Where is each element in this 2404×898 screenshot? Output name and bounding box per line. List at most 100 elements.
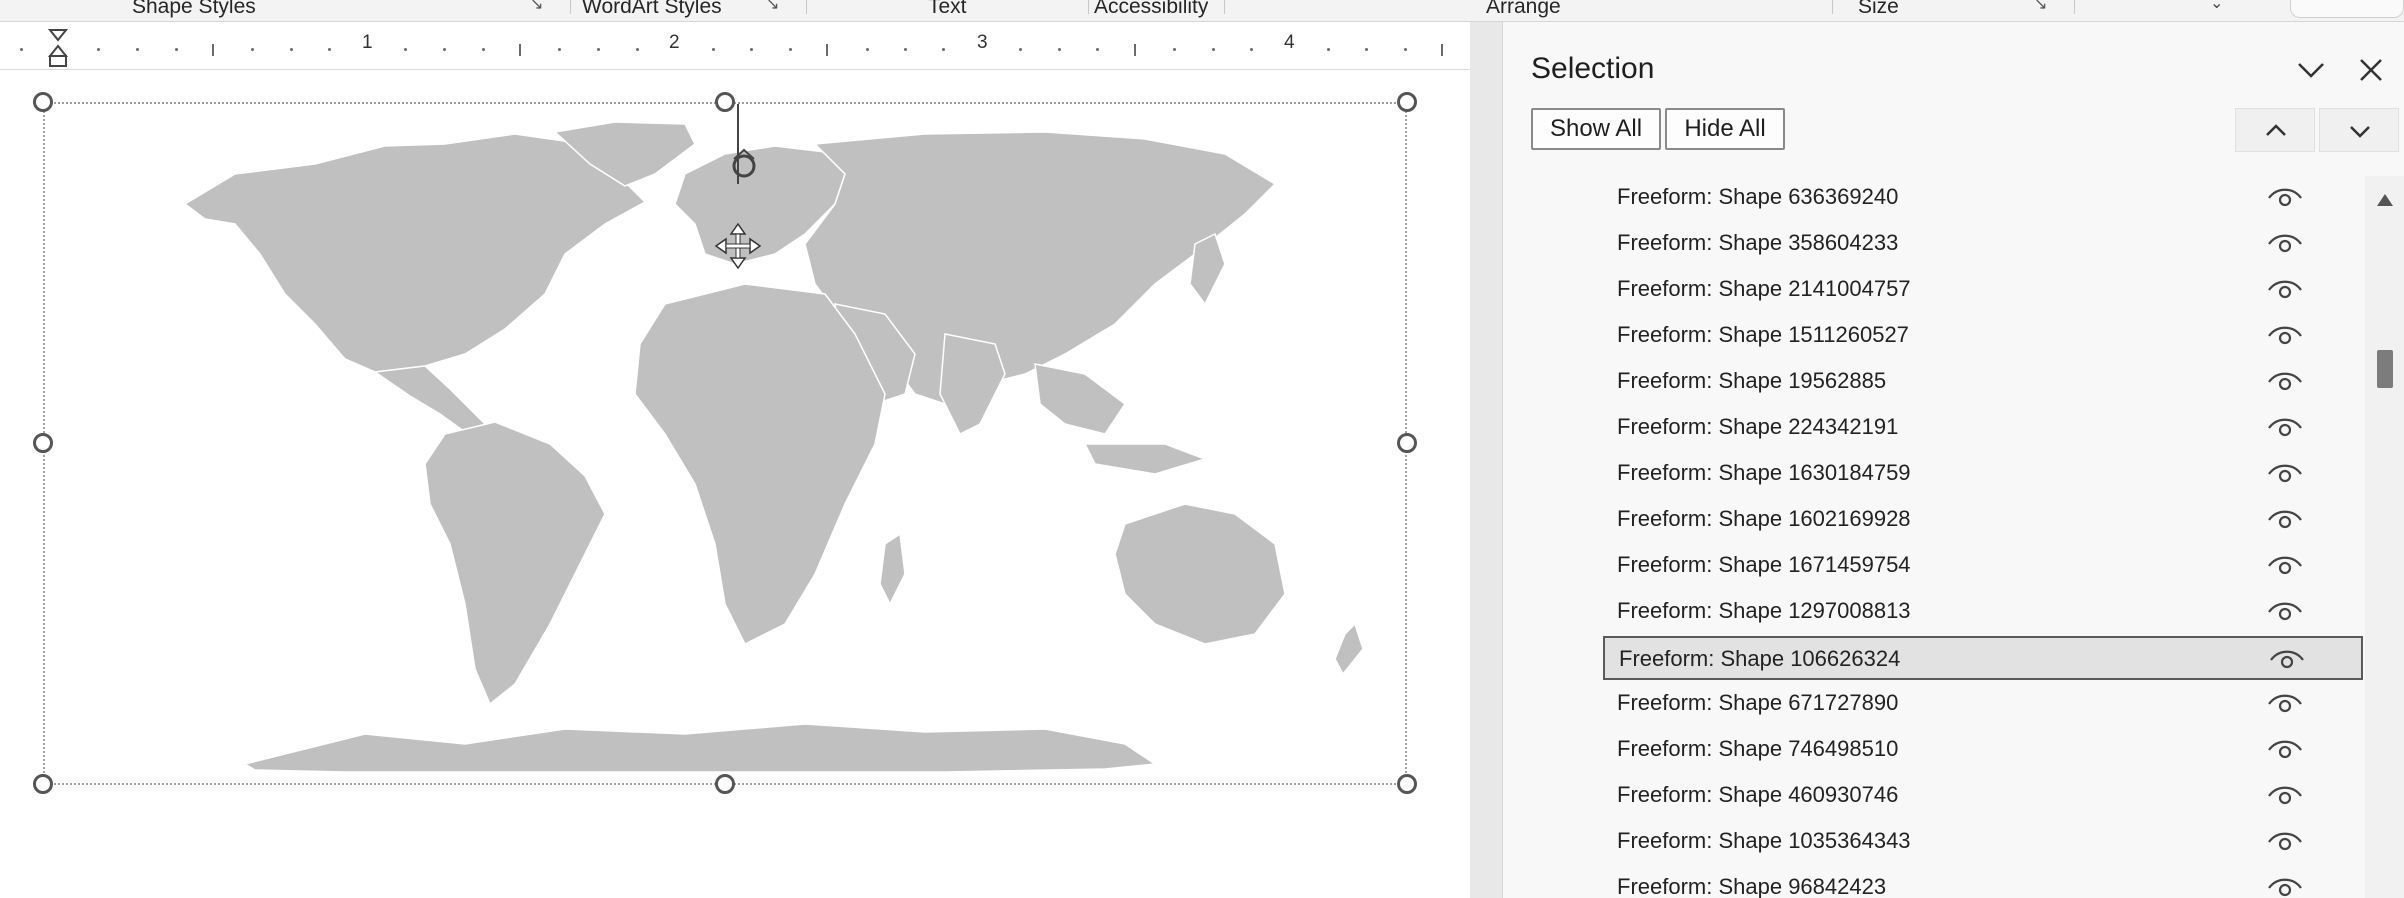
- list-item[interactable]: Freeform: Shape 2141004757: [1603, 268, 2363, 312]
- eye-icon[interactable]: [2267, 598, 2303, 626]
- scroll-up-arrow-icon[interactable]: [2375, 190, 2395, 210]
- list-item[interactable]: Freeform: Shape 1602169928: [1603, 498, 2363, 542]
- eye-icon[interactable]: [2267, 552, 2303, 580]
- shape-styles-launcher-icon[interactable]: ↘: [530, 0, 548, 14]
- list-item-label: Freeform: Shape 1671459754: [1617, 552, 1911, 577]
- eye-icon[interactable]: [2267, 460, 2303, 488]
- selection-list[interactable]: Freeform: Shape 636369240 Freeform: Shap…: [1503, 176, 2363, 898]
- list-item[interactable]: Freeform: Shape 636369240: [1603, 176, 2363, 220]
- eye-icon[interactable]: [2269, 646, 2305, 674]
- resize-handle-bottom-left[interactable]: [33, 774, 53, 794]
- list-item[interactable]: Freeform: Shape 358604233: [1603, 222, 2363, 266]
- list-item[interactable]: Freeform: Shape 1671459754: [1603, 544, 2363, 588]
- list-item-selected[interactable]: Freeform: Shape 106626324: [1603, 636, 2363, 680]
- eye-icon[interactable]: [2267, 690, 2303, 718]
- wordart-styles-launcher-icon[interactable]: ↘: [766, 0, 784, 14]
- ruler-dot: [1096, 48, 1099, 51]
- resize-handle-left[interactable]: [33, 433, 53, 453]
- ribbon-group-wordart-styles: WordArt Styles: [582, 0, 722, 18]
- eye-icon[interactable]: [2267, 736, 2303, 764]
- ruler-tick: [212, 44, 214, 56]
- ribbon-group-accessibility: Accessibility: [1094, 0, 1209, 18]
- bring-forward-button[interactable]: [2235, 108, 2315, 152]
- list-item-label: Freeform: Shape 1630184759: [1617, 460, 1911, 485]
- resize-handle-top-left[interactable]: [33, 92, 53, 112]
- list-item-label: Freeform: Shape 358604233: [1617, 230, 1899, 255]
- ruler-dot: [789, 48, 792, 51]
- ribbon-separator: [570, 0, 571, 14]
- ruler-dot: [136, 48, 139, 51]
- list-item-label: Freeform: Shape 19562885: [1617, 368, 1887, 393]
- ruler-dot: [1404, 48, 1407, 51]
- list-item-label: Freeform: Shape 460930746: [1617, 782, 1899, 807]
- eye-icon[interactable]: [2267, 276, 2303, 304]
- list-item[interactable]: Freeform: Shape 224342191: [1603, 406, 2363, 450]
- resize-handle-bottom[interactable]: [715, 774, 735, 794]
- hide-all-button[interactable]: Hide All: [1665, 108, 1785, 150]
- ruler-dot: [750, 48, 753, 51]
- selection-pane: Selection Show All Hide All Freeform: Sh…: [1502, 22, 2404, 898]
- eye-icon[interactable]: [2267, 414, 2303, 442]
- chevron-down-icon[interactable]: ⌄: [2210, 0, 2230, 14]
- list-item[interactable]: Freeform: Shape 1511260527: [1603, 314, 2363, 358]
- scrollbar-thumb[interactable]: [2377, 350, 2393, 388]
- pane-title: Selection: [1531, 52, 1655, 85]
- list-item-label: Freeform: Shape 106626324: [1619, 646, 1901, 671]
- eye-icon[interactable]: [2267, 506, 2303, 534]
- eye-icon[interactable]: [2267, 322, 2303, 350]
- list-item-label: Freeform: Shape 1035364343: [1617, 828, 1911, 853]
- list-item-label: Freeform: Shape 2141004757: [1617, 276, 1911, 301]
- horizontal-ruler[interactable]: 1 2 3 4: [0, 22, 1470, 70]
- size-launcher-icon[interactable]: ↘: [2034, 0, 2052, 14]
- ruler-dot: [1058, 48, 1061, 51]
- ruler-dot: [1365, 48, 1368, 51]
- chevron-down-icon[interactable]: [2293, 52, 2329, 88]
- ribbon-separator: [1224, 0, 1225, 14]
- resize-handle-top-right[interactable]: [1397, 92, 1417, 112]
- list-item-label: Freeform: Shape 1602169928: [1617, 506, 1911, 531]
- list-item[interactable]: Freeform: Shape 19562885: [1603, 360, 2363, 404]
- ruler-dot: [290, 48, 293, 51]
- eye-icon[interactable]: [2267, 368, 2303, 396]
- list-item[interactable]: Freeform: Shape 1297008813: [1603, 590, 2363, 634]
- ribbon-separator: [806, 0, 807, 14]
- ruler-tick: [826, 44, 828, 56]
- list-item[interactable]: Freeform: Shape 1035364343: [1603, 820, 2363, 864]
- ribbon-separator: [1088, 0, 1089, 14]
- document-gutter: [1470, 22, 1502, 898]
- eye-icon[interactable]: [2267, 782, 2303, 810]
- resize-handle-right[interactable]: [1397, 433, 1417, 453]
- ribbon-group-arrange: Arrange: [1486, 0, 1561, 18]
- list-item-label: Freeform: Shape 224342191: [1617, 414, 1899, 439]
- list-item[interactable]: Freeform: Shape 746498510: [1603, 728, 2363, 772]
- ribbon-group-shape-styles: Shape Styles: [132, 0, 256, 18]
- eye-icon[interactable]: [2267, 230, 2303, 258]
- list-item-label: Freeform: Shape 636369240: [1617, 184, 1899, 209]
- ruler-dot: [175, 48, 178, 51]
- ruler-dot: [328, 48, 331, 51]
- ruler-tick: [1134, 44, 1136, 56]
- ribbon-separator: [1832, 0, 1833, 14]
- list-scrollbar[interactable]: [2365, 176, 2404, 898]
- indent-marker-icon[interactable]: [48, 28, 68, 68]
- list-item-label: Freeform: Shape 1297008813: [1617, 598, 1911, 623]
- ribbon-side-box: [2290, 0, 2404, 18]
- document-area[interactable]: 1 2 3 4: [0, 22, 1470, 898]
- send-backward-button[interactable]: [2319, 108, 2399, 152]
- list-item[interactable]: Freeform: Shape 1630184759: [1603, 452, 2363, 496]
- show-all-button[interactable]: Show All: [1531, 108, 1661, 150]
- list-item[interactable]: Freeform: Shape 460930746: [1603, 774, 2363, 818]
- ruler-dot: [1173, 48, 1176, 51]
- list-item-label: Freeform: Shape 746498510: [1617, 736, 1899, 761]
- ruler-dot: [1019, 48, 1022, 51]
- ruler-tick: [1441, 44, 1443, 56]
- ruler-dot: [866, 48, 869, 51]
- eye-icon[interactable]: [2267, 184, 2303, 212]
- close-icon[interactable]: [2353, 52, 2389, 88]
- resize-handle-bottom-right[interactable]: [1397, 774, 1417, 794]
- eye-icon[interactable]: [2267, 874, 2303, 898]
- list-item[interactable]: Freeform: Shape 671727890: [1603, 682, 2363, 726]
- eye-icon[interactable]: [2267, 828, 2303, 856]
- resize-handle-top[interactable]: [715, 92, 735, 112]
- list-item[interactable]: Freeform: Shape 96842423: [1603, 866, 2363, 898]
